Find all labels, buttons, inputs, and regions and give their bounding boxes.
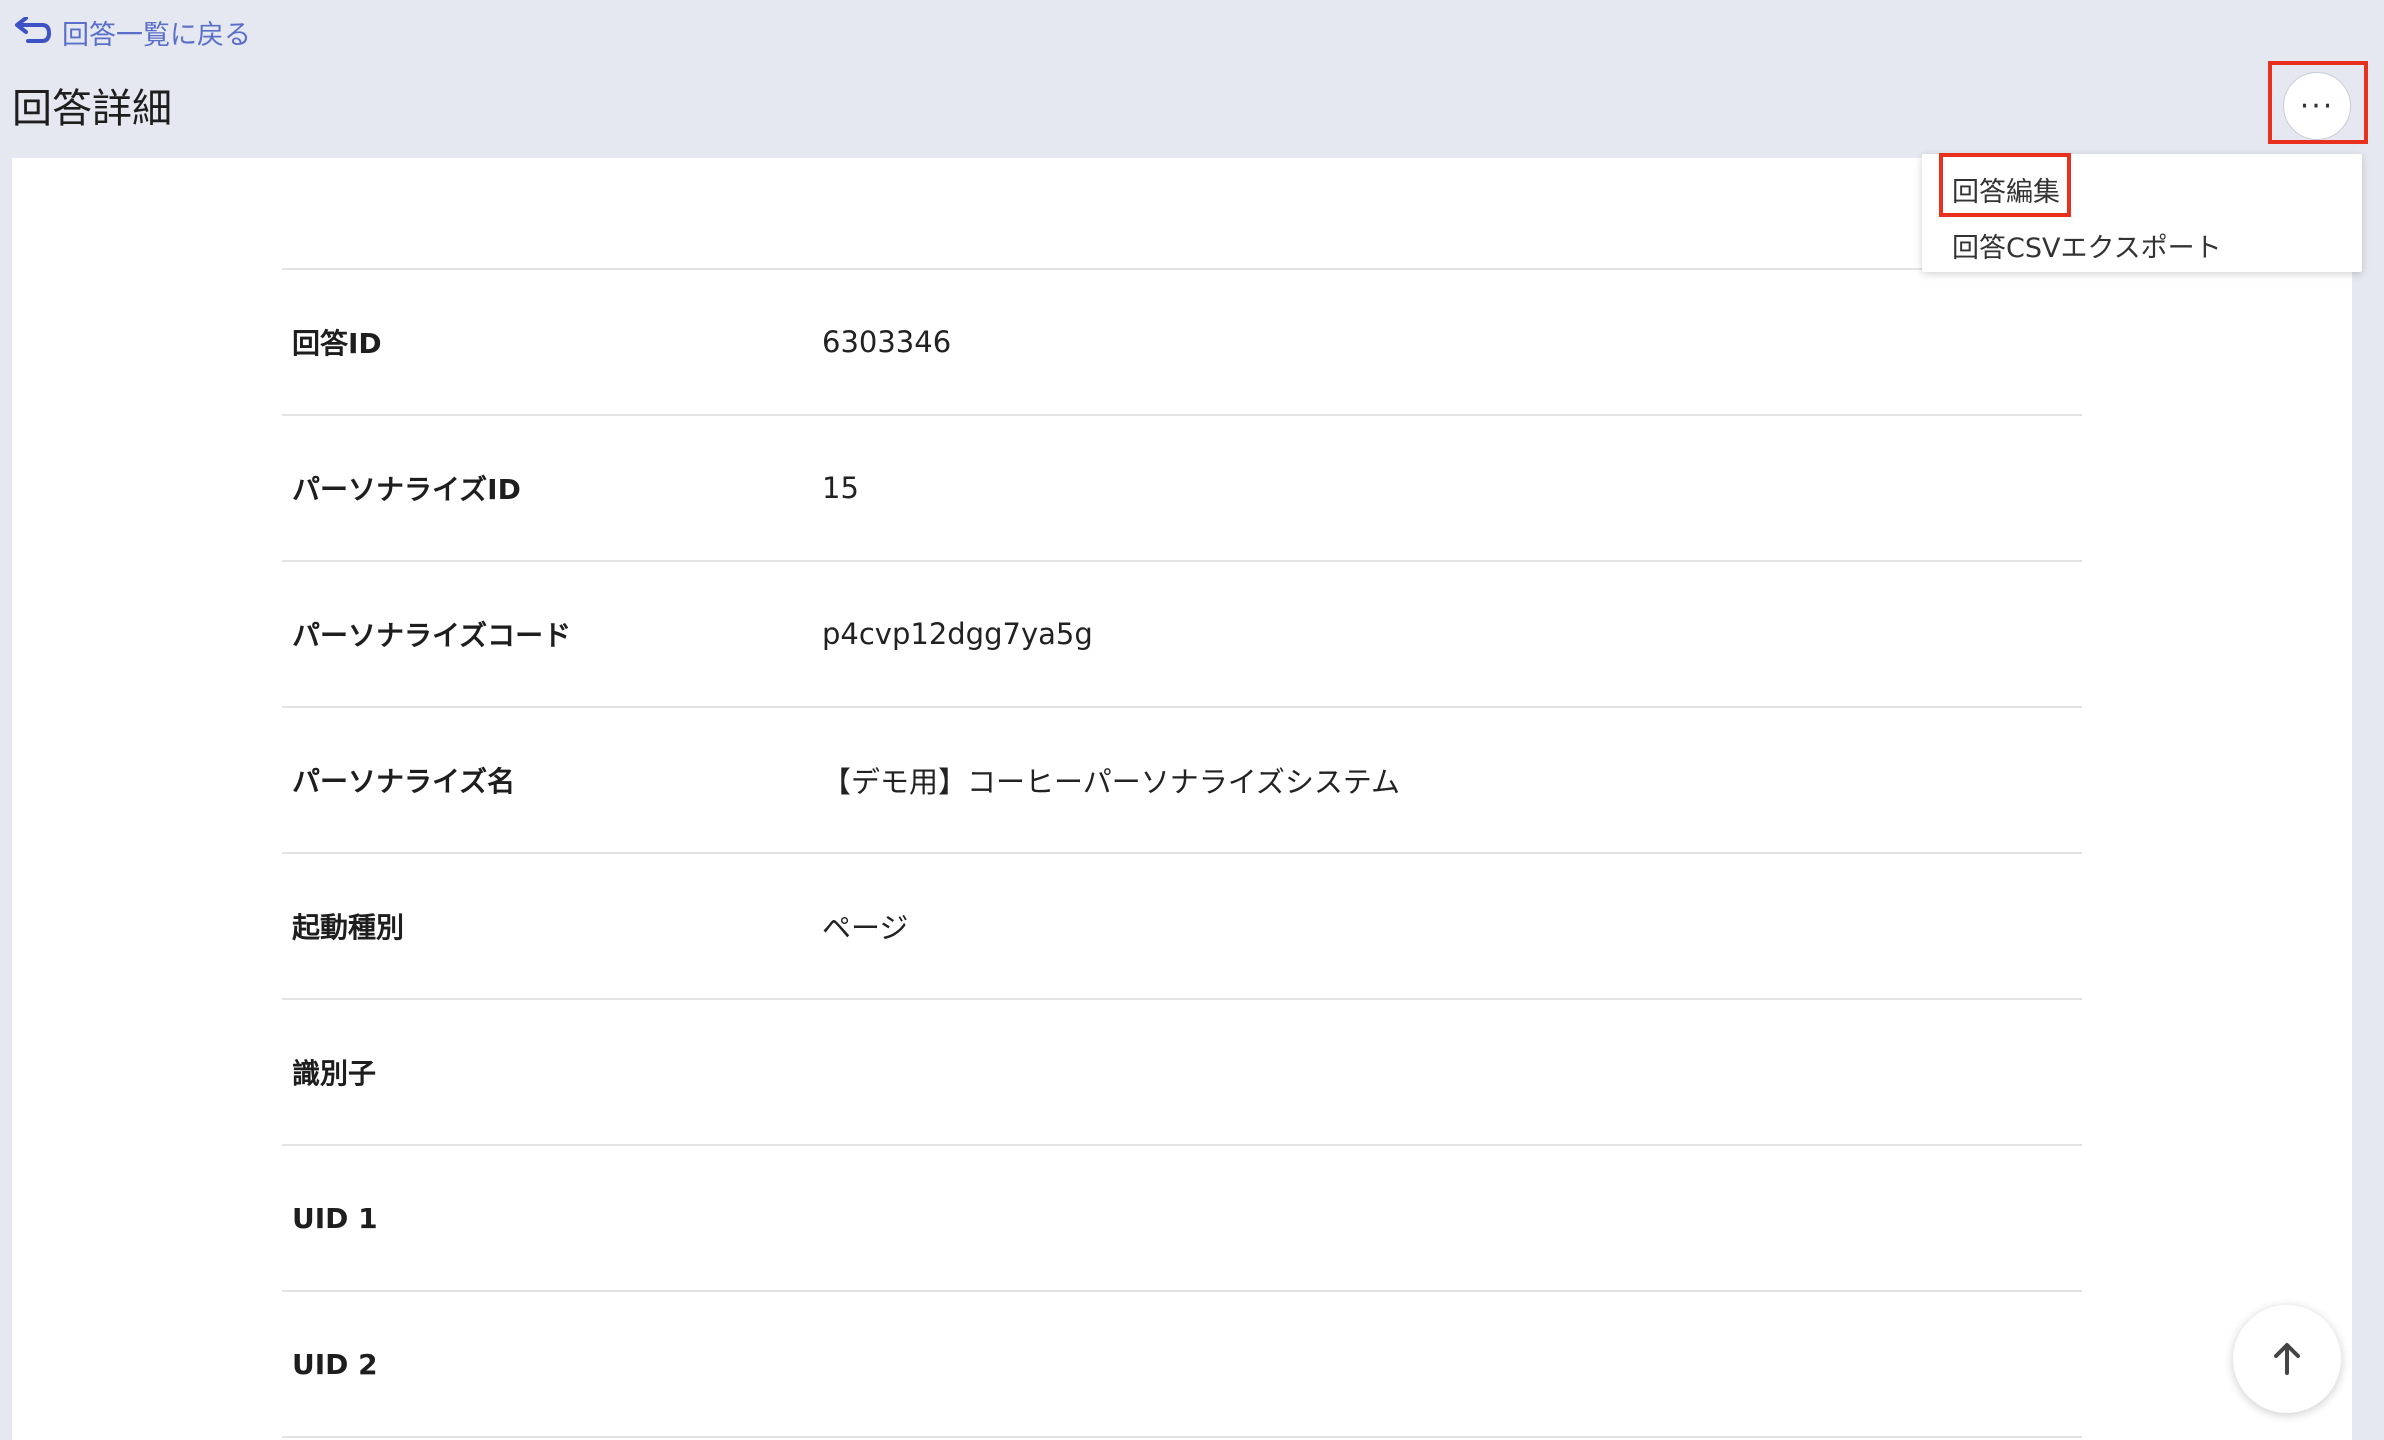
- menu-item-edit-answer[interactable]: 回答編集: [1952, 170, 2060, 209]
- row-label: パーソナライズコード: [292, 619, 572, 652]
- menu-item-csv-export[interactable]: 回答CSVエクスポート: [1952, 226, 2222, 265]
- row-label: 回答ID: [292, 327, 382, 360]
- row-label: 識別子: [292, 1057, 377, 1090]
- row-value: 6303346: [822, 325, 952, 359]
- table-row-personalize-name: パーソナライズ名 【デモ用】コーヒーパーソナライズシステム: [282, 708, 2082, 854]
- row-value: 【デモ用】コーヒーパーソナライズシステム: [822, 765, 1400, 799]
- row-value: p4cvp12dgg7ya5g: [822, 617, 1093, 651]
- table-row-uid1: UID 1: [282, 1146, 2082, 1292]
- undo-arrow-icon: [15, 17, 52, 43]
- row-label: UID 2: [292, 1347, 378, 1381]
- arrow-up-icon: [2274, 1343, 2300, 1375]
- scroll-to-top-button[interactable]: [2233, 1305, 2341, 1413]
- table-row-personalize-code: パーソナライズコード p4cvp12dgg7ya5g: [282, 562, 2082, 708]
- row-label: パーソナライズ名: [292, 765, 516, 798]
- table-row-identifier: 識別子: [282, 1000, 2082, 1146]
- back-to-answers-link[interactable]: 回答一覧に戻る: [12, 14, 251, 51]
- table-row-launch-type: 起動種別 ページ: [282, 854, 2082, 1000]
- row-label: 起動種別: [292, 911, 405, 944]
- table-row-personalize-id: パーソナライズID 15: [282, 416, 2082, 562]
- row-value: 15: [822, 471, 859, 505]
- back-link-label: 回答一覧に戻る: [62, 19, 251, 51]
- table-row-uid2: UID 2: [282, 1292, 2082, 1438]
- page-title: 回答詳細: [12, 86, 172, 132]
- row-label: UID 1: [292, 1201, 378, 1235]
- actions-dropdown-menu: 回答編集 回答CSVエクスポート: [1922, 154, 2362, 272]
- row-value: ページ: [822, 911, 909, 945]
- row-label: パーソナライズID: [292, 473, 521, 506]
- more-icon: ···: [2299, 88, 2335, 124]
- more-actions-button[interactable]: ···: [2283, 72, 2351, 140]
- detail-table: 回答ID 6303346 パーソナライズID 15 パーソナライズコード p4c…: [282, 268, 2082, 1438]
- table-row-answer-id: 回答ID 6303346: [282, 270, 2082, 416]
